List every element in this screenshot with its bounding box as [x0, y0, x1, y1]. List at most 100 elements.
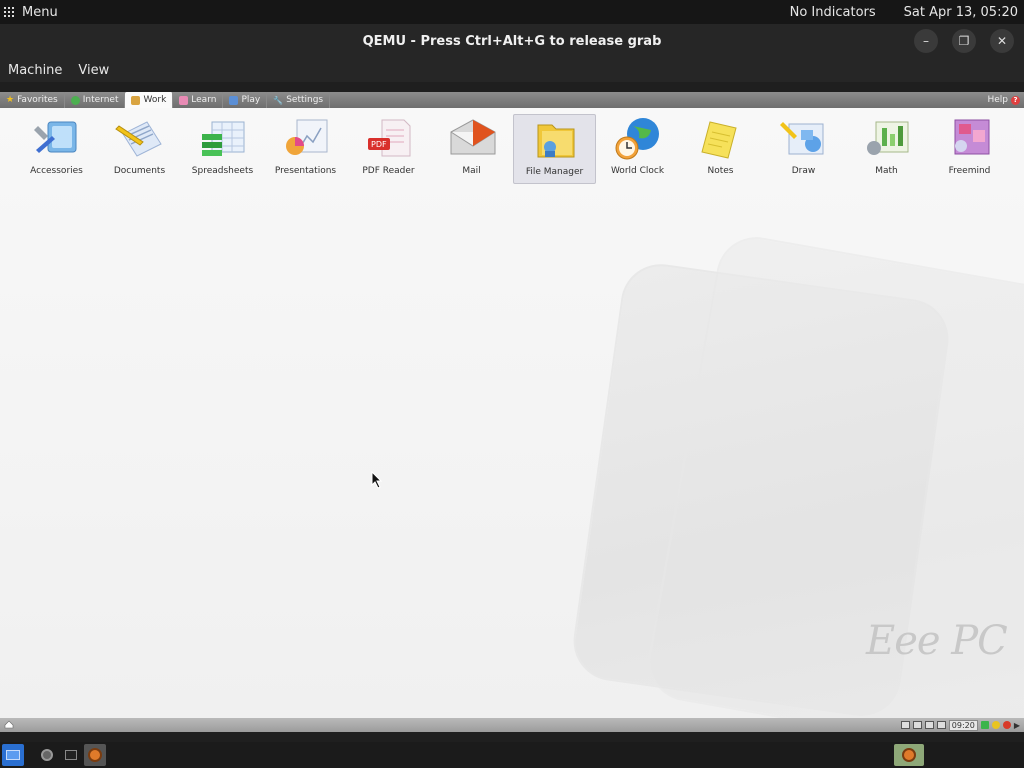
minimize-icon: –	[923, 34, 929, 48]
draw-icon	[779, 122, 823, 155]
power-icon[interactable]	[1002, 721, 1011, 729]
app-launcher-grid: Accessories Documents Spreadsheets Prese…	[15, 114, 1011, 184]
show-desktop-button[interactable]	[2, 744, 24, 766]
dock-item-system[interactable]	[36, 744, 58, 766]
app-label: Notes	[707, 166, 734, 176]
app-label: Draw	[791, 166, 816, 176]
app-freemind[interactable]: Freemind	[928, 114, 1011, 184]
keyboard-icon[interactable]	[924, 721, 934, 729]
app-draw[interactable]: Draw	[762, 114, 845, 184]
indicators-label[interactable]: No Indicators	[790, 5, 876, 20]
network-icon[interactable]	[900, 721, 910, 729]
star-icon: ★	[6, 95, 15, 105]
app-label: Documents	[113, 166, 166, 176]
file-manager-icon	[537, 124, 574, 158]
wrench-icon: 🔧	[273, 95, 284, 105]
accessories-icon	[33, 121, 76, 153]
host-menu-label: Menu	[22, 4, 58, 20]
restore-icon: ❐	[958, 34, 970, 48]
tab-internet[interactable]: Internet	[65, 92, 126, 108]
minimize-button[interactable]: –	[914, 29, 938, 53]
guest-screen: ★ Favorites Internet Work Learn Play 🔧 S…	[0, 92, 1024, 732]
notes-icon	[700, 121, 737, 159]
presentations-icon	[285, 119, 327, 155]
app-label: Math	[875, 166, 898, 176]
app-math[interactable]: Math	[845, 114, 928, 184]
host-top-panel: Menu No Indicators Sat Apr 13, 05:20	[0, 0, 1024, 24]
tab-label: Favorites	[17, 95, 58, 105]
app-accessories[interactable]: Accessories	[15, 114, 98, 184]
dock-item-qemu[interactable]	[84, 744, 106, 766]
app-grid-icon	[4, 7, 14, 17]
pdf-reader-icon: PDF	[367, 119, 410, 157]
guest-clock[interactable]: 09:20	[948, 719, 978, 731]
status-green-icon[interactable]	[980, 721, 989, 729]
briefcase-icon	[131, 95, 141, 105]
app-label: Accessories	[30, 166, 83, 176]
world-clock-icon	[615, 118, 659, 160]
tab-favorites[interactable]: ★ Favorites	[0, 92, 65, 108]
qemu-icon	[902, 748, 916, 762]
tab-play[interactable]: Play	[223, 92, 268, 108]
guest-taskbar: 09:20 ▶	[0, 718, 1024, 732]
app-documents[interactable]: Documents	[98, 114, 181, 184]
app-label: File Manager	[525, 167, 584, 177]
svg-text:PDF: PDF	[371, 140, 387, 149]
app-notes[interactable]: Notes	[679, 114, 762, 184]
tab-label: Work	[143, 95, 167, 105]
help-icon: ?	[1011, 95, 1020, 105]
desktop-icon	[6, 750, 20, 760]
math-icon	[866, 121, 908, 155]
book-icon	[179, 95, 189, 105]
tab-settings[interactable]: 🔧 Settings	[267, 92, 331, 108]
tab-label: Internet	[82, 95, 119, 105]
app-mail[interactable]: Mail	[430, 114, 513, 184]
qemu-icon	[88, 748, 102, 762]
maximize-button[interactable]: ❐	[952, 29, 976, 53]
app-world-clock[interactable]: World Clock	[596, 114, 679, 184]
app-presentations[interactable]: Presentations	[264, 114, 347, 184]
documents-icon	[114, 121, 162, 157]
tab-label: Play	[241, 95, 261, 105]
host-menu-button[interactable]: Menu	[0, 0, 58, 24]
dock-item-terminal[interactable]	[60, 744, 82, 766]
category-tabbar: ★ Favorites Internet Work Learn Play 🔧 S…	[0, 92, 1024, 108]
menu-view[interactable]: View	[70, 63, 117, 78]
close-button[interactable]: ✕	[990, 29, 1014, 53]
controller-icon	[229, 95, 239, 105]
help-label: Help	[987, 95, 1008, 105]
tab-work[interactable]: Work	[125, 92, 174, 108]
app-label: Mail	[462, 166, 481, 176]
status-yellow-icon[interactable]	[991, 721, 1000, 729]
mail-icon	[450, 119, 495, 155]
terminal-icon	[65, 750, 77, 760]
app-spreadsheets[interactable]: Spreadsheets	[181, 114, 264, 184]
arrow-right-icon[interactable]: ▶	[1014, 721, 1020, 730]
app-label: Freemind	[948, 166, 991, 176]
qemu-titlebar: QEMU - Press Ctrl+Alt+G to release grab …	[0, 24, 1024, 58]
volume-icon[interactable]	[912, 721, 922, 729]
menu-machine[interactable]: Machine	[0, 63, 70, 78]
tab-learn[interactable]: Learn	[173, 92, 224, 108]
app-label: Presentations	[274, 166, 337, 176]
spreadsheets-icon	[201, 121, 244, 156]
tab-label: Learn	[191, 95, 217, 105]
tab-label: Settings	[286, 95, 324, 105]
close-icon: ✕	[996, 34, 1008, 48]
app-pdf-reader[interactable]: PDF PDF Reader	[347, 114, 430, 184]
gear-icon	[41, 749, 53, 761]
eee-pc-logo: Eee PC	[866, 618, 1008, 664]
freemind-icon	[954, 119, 989, 155]
dock-active-window-qemu[interactable]	[894, 744, 924, 766]
battery-icon[interactable]	[936, 721, 946, 729]
app-file-manager[interactable]: File Manager	[513, 114, 596, 184]
host-dock	[0, 742, 1024, 768]
window-title: QEMU - Press Ctrl+Alt+G to release grab	[362, 33, 662, 49]
qemu-menubar: Machine View	[0, 58, 1024, 82]
host-clock[interactable]: Sat Apr 13, 05:20	[904, 5, 1018, 20]
app-label: Spreadsheets	[191, 166, 254, 176]
home-icon[interactable]	[4, 720, 14, 731]
mouse-cursor-icon	[371, 471, 383, 489]
help-button[interactable]: Help ?	[987, 95, 1024, 105]
app-label: PDF Reader	[362, 166, 415, 176]
